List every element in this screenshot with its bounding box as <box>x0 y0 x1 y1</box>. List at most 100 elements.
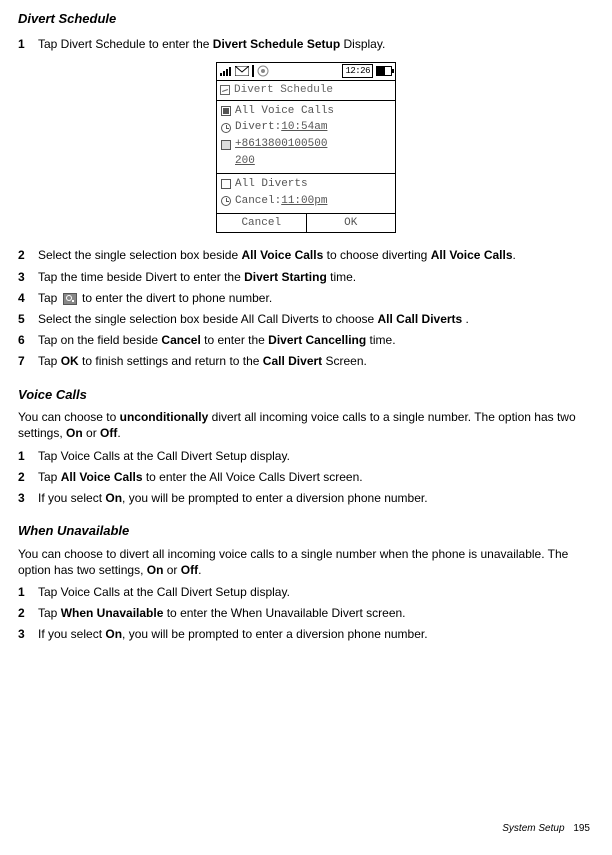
step-text: Tap Divert Schedule to enter the Divert … <box>38 36 594 52</box>
row-label: Cancel: <box>235 194 281 209</box>
step-1: 1 Tap Divert Schedule to enter the Diver… <box>18 36 594 52</box>
step-number: 4 <box>18 290 38 306</box>
step-number: 1 <box>18 584 38 600</box>
row-phone-number[interactable]: +8613800100500 <box>220 136 392 153</box>
text: to finish settings and return to the <box>79 354 263 368</box>
text: or <box>83 426 100 440</box>
section-title-voice-calls: Voice Calls <box>18 386 594 404</box>
row-value[interactable]: 200 <box>235 154 255 169</box>
text: You can choose to divert all incoming vo… <box>18 547 568 577</box>
row-phone-number-cont[interactable]: 200 <box>220 153 392 170</box>
text: Screen. <box>322 354 367 368</box>
intro-when-unavailable: You can choose to divert all incoming vo… <box>18 546 594 578</box>
row-value[interactable]: +8613800100500 <box>235 137 327 152</box>
row-all-diverts[interactable]: All Diverts <box>220 176 392 193</box>
text: Select the single selection box beside <box>38 248 241 262</box>
bold: Call Divert <box>263 354 322 368</box>
sep-icon <box>252 65 254 77</box>
ok-button[interactable]: OK <box>306 214 396 233</box>
text: . <box>462 312 469 326</box>
text: to enter the <box>201 333 268 347</box>
step-6: 6 Tap on the field beside Cancel to ente… <box>18 332 594 348</box>
step-number: 3 <box>18 626 38 642</box>
step-text: Tap to enter the divert to phone number. <box>38 290 594 306</box>
screen-title-row: Divert Schedule <box>217 81 395 101</box>
row-divert-time[interactable]: Divert:10:54am <box>220 119 392 136</box>
step-number: 1 <box>18 448 38 464</box>
step-number: 2 <box>18 605 38 621</box>
bold: All Call Diverts <box>378 312 463 326</box>
bold: Off <box>181 563 198 577</box>
footer-label: System Setup <box>502 823 564 834</box>
bold: Off <box>100 426 117 440</box>
vc-step-2: 2 Tap All Voice Calls to enter the All V… <box>18 469 594 485</box>
text: Select the single selection box beside A… <box>38 312 378 326</box>
bold: Cancel <box>161 333 200 347</box>
phone-mockup-wrap: 12:26 Divert Schedule All Voice Calls Di… <box>18 62 594 234</box>
text: Tap Divert Schedule to enter the <box>38 37 213 51</box>
text: Tap the time beside Divert to enter the <box>38 270 244 284</box>
text: , you will be prompted to enter a divers… <box>122 491 428 505</box>
step-number: 6 <box>18 332 38 348</box>
step-7: 7 Tap OK to finish settings and return t… <box>18 353 594 369</box>
bold: On <box>105 491 122 505</box>
vc-step-3: 3 If you select On, you will be prompted… <box>18 490 594 506</box>
contact-icon[interactable] <box>220 139 232 151</box>
row-all-voice[interactable]: All Voice Calls <box>220 103 392 120</box>
row-cancel-time[interactable]: Cancel:11:00pm <box>220 193 392 210</box>
bold: All Voice Calls <box>61 470 143 484</box>
button-row: Cancel OK <box>217 214 395 233</box>
all-diverts-block: All Diverts Cancel:11:00pm <box>217 174 395 214</box>
text: Tap <box>38 291 61 305</box>
step-number: 3 <box>18 490 38 506</box>
spacer <box>220 156 232 168</box>
wu-step-3: 3 If you select On, you will be prompted… <box>18 626 594 642</box>
step-text: Tap the time beside Divert to enter the … <box>38 269 594 285</box>
text: Tap <box>38 354 61 368</box>
step-4: 4 Tap to enter the divert to phone numbe… <box>18 290 594 306</box>
text: Tap on the field beside <box>38 333 161 347</box>
text: Display. <box>340 37 385 51</box>
text: Tap <box>38 470 61 484</box>
status-bar: 12:26 <box>217 63 395 81</box>
page-footer: System Setup 195 <box>502 822 590 836</box>
row-label: All Voice Calls <box>235 104 334 119</box>
bold: unconditionally <box>120 410 209 424</box>
text: or <box>163 563 180 577</box>
clock-icon <box>220 122 232 134</box>
step-text: Select the single selection box beside A… <box>38 311 594 327</box>
bold: Divert Starting <box>244 270 327 284</box>
step-number: 7 <box>18 353 38 369</box>
voice-calls-block: All Voice Calls Divert:10:54am +86138001… <box>217 101 395 174</box>
step-text: Tap When Unavailable to enter the When U… <box>38 605 594 621</box>
contact-icon <box>63 293 77 305</box>
step-text: Tap Voice Calls at the Call Divert Setup… <box>38 448 594 464</box>
wu-step-1: 1 Tap Voice Calls at the Call Divert Set… <box>18 584 594 600</box>
text: Tap <box>38 606 61 620</box>
screen-title: Divert Schedule <box>234 83 333 98</box>
step-text: Tap Voice Calls at the Call Divert Setup… <box>38 584 594 600</box>
row-label: All Diverts <box>235 177 308 192</box>
section-title-divert-schedule: Divert Schedule <box>18 10 594 28</box>
vc-step-1: 1 Tap Voice Calls at the Call Divert Set… <box>18 448 594 464</box>
bold: All Voice Calls <box>241 248 323 262</box>
signal-icon <box>220 66 232 76</box>
envelope-icon <box>235 66 249 76</box>
row-value[interactable]: 10:54am <box>281 120 327 135</box>
step-text: Tap on the field beside Cancel to enter … <box>38 332 594 348</box>
checkbox-icon[interactable] <box>220 105 232 117</box>
bold: Setup <box>303 37 340 51</box>
phone-mockup: 12:26 Divert Schedule All Voice Calls Di… <box>216 62 396 234</box>
wu-step-2: 2 Tap When Unavailable to enter the When… <box>18 605 594 621</box>
section-title-when-unavailable: When Unavailable <box>18 522 594 540</box>
step-text: If you select On, you will be prompted t… <box>38 490 594 506</box>
clock-readout: 12:26 <box>342 64 373 78</box>
step-text: If you select On, you will be prompted t… <box>38 626 594 642</box>
checkbox-icon[interactable] <box>220 178 232 190</box>
battery-icon <box>376 66 392 76</box>
indicator-icon <box>257 65 269 77</box>
row-value[interactable]: 11:00pm <box>281 194 327 209</box>
text: to enter the When Unavailable Divert scr… <box>163 606 405 620</box>
cancel-button[interactable]: Cancel <box>217 214 306 233</box>
bold: All Voice Calls <box>431 248 513 262</box>
